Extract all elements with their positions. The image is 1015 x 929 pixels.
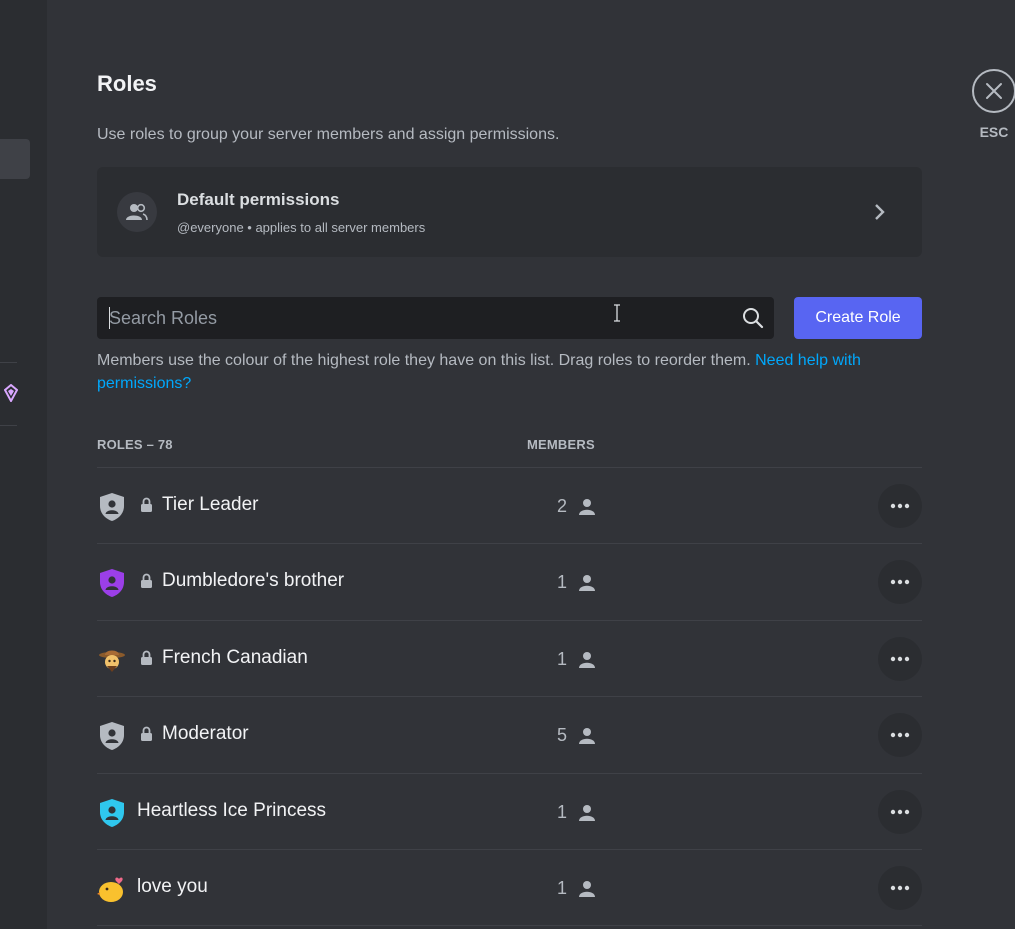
default-permissions-card[interactable]: Default permissions @everyone • applies …	[97, 167, 922, 257]
search-roles-field[interactable]	[97, 297, 774, 339]
more-options-button[interactable]	[878, 865, 922, 910]
default-permissions-title: Default permissions	[177, 190, 340, 209]
member-count: 1	[556, 877, 567, 898]
shield-icon	[97, 492, 127, 522]
create-role-button[interactable]: Create Role	[794, 297, 922, 339]
esc-label: ESC	[979, 124, 1009, 140]
more-dots-icon	[890, 732, 910, 738]
person-icon	[579, 651, 595, 668]
lock-icon	[141, 650, 152, 665]
search-icon	[743, 308, 764, 329]
shield-icon	[97, 721, 127, 751]
help-description: Members use the colour of the highest ro…	[97, 352, 756, 369]
sidebar-selected-item[interactable]	[0, 139, 30, 179]
more-dots-icon	[890, 656, 910, 661]
member-count: 5	[556, 725, 567, 746]
sidebar-divider	[0, 362, 17, 363]
lock-icon	[141, 497, 152, 512]
sidebar-divider	[0, 425, 17, 426]
members-icon	[117, 192, 157, 232]
role-row[interactable]: Dumbledore's brother 1	[97, 544, 922, 621]
lock-icon	[141, 726, 152, 742]
role-name: Tier Leader	[162, 494, 259, 515]
close-button[interactable]	[972, 69, 1015, 113]
role-row[interactable]: French Canadian 1	[97, 621, 922, 698]
cowboy-emoji-icon	[97, 645, 127, 675]
more-dots-icon	[890, 580, 910, 585]
member-count: 2	[556, 496, 567, 516]
person-icon	[579, 575, 595, 592]
more-options-button[interactable]	[878, 789, 922, 834]
role-row[interactable]: Heartless Ice Princess 1	[97, 774, 922, 850]
more-options-button[interactable]	[878, 636, 922, 681]
role-name: Dumbledore's brother	[162, 570, 345, 592]
more-options-button[interactable]	[878, 560, 922, 605]
more-dots-icon	[890, 503, 910, 509]
roles-column-header: ROLES – 78	[97, 437, 173, 452]
person-icon	[579, 728, 595, 745]
roles-list: Tier Leader 2 Dumbledore's brother 1 Fre…	[97, 467, 922, 927]
more-dots-icon	[890, 809, 910, 814]
nitro-gem-icon	[4, 384, 18, 402]
member-count: 1	[556, 801, 567, 822]
person-icon	[579, 880, 595, 897]
settings-sidebar	[0, 0, 47, 929]
role-name: love you	[137, 875, 208, 897]
more-options-button[interactable]	[878, 484, 922, 528]
page-subtitle: Use roles to group your server members a…	[97, 126, 560, 143]
lock-icon	[141, 574, 152, 589]
close-settings: ESC	[972, 69, 1015, 140]
search-roles-input[interactable]	[97, 297, 727, 339]
role-name: French Canadian	[162, 646, 308, 668]
member-count: 1	[556, 572, 567, 593]
members-column-header: MEMBERS	[527, 437, 595, 452]
text-caret	[109, 307, 110, 329]
role-row[interactable]: Moderator 5	[97, 697, 922, 774]
ibeam-cursor-icon	[614, 304, 620, 322]
role-row[interactable]: Tier Leader 2	[97, 468, 922, 545]
chick-emoji-icon	[97, 874, 127, 904]
member-count: 1	[556, 648, 567, 669]
more-options-button[interactable]	[878, 713, 922, 758]
page-title: Roles	[97, 71, 157, 96]
role-row[interactable]: love you 1	[97, 850, 922, 927]
shield-icon	[97, 798, 127, 828]
roles-help-text: Members use the colour of the highest ro…	[97, 349, 922, 395]
person-icon	[579, 499, 595, 515]
more-dots-icon	[890, 885, 910, 891]
default-permissions-subtitle: @everyone • applies to all server member…	[177, 220, 426, 235]
close-icon	[986, 83, 1002, 99]
chevron-right-icon	[875, 204, 885, 220]
shield-icon	[97, 568, 127, 598]
role-name: Heartless Ice Princess	[137, 799, 327, 821]
role-name: Moderator	[162, 723, 249, 745]
person-icon	[579, 804, 595, 821]
